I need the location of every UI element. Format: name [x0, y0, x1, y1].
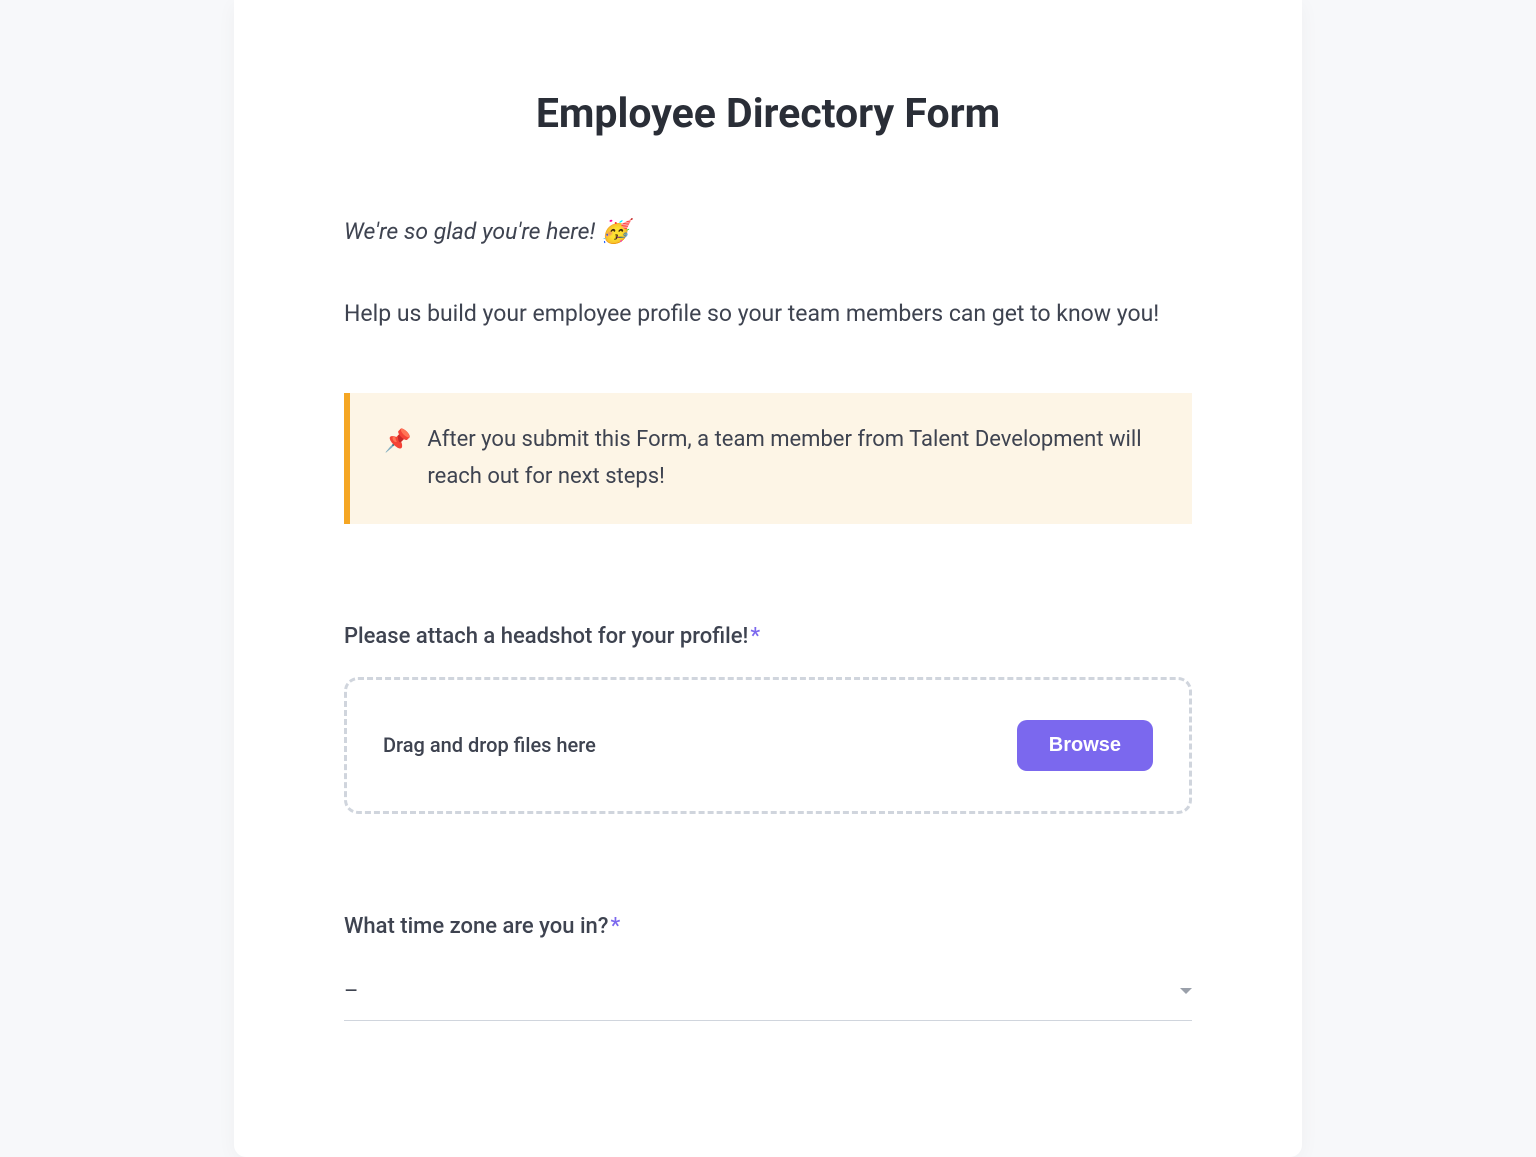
- browse-button[interactable]: Browse: [1017, 720, 1153, 771]
- headshot-label-text: Please attach a headshot for your profil…: [344, 624, 748, 649]
- notice-banner: 📌 After you submit this Form, a team mem…: [344, 393, 1192, 524]
- intro-description: Help us build your employee profile so y…: [344, 295, 1192, 333]
- timezone-select[interactable]: –: [344, 979, 1192, 1021]
- required-marker: *: [750, 624, 760, 649]
- timezone-label: What time zone are you in?*: [344, 914, 1192, 939]
- intro-welcome: We're so glad you're here! 🥳: [344, 218, 1192, 245]
- timezone-select-value: –: [344, 979, 358, 1004]
- notice-text: After you submit this Form, a team membe…: [427, 421, 1158, 496]
- form-title: Employee Directory Form: [344, 90, 1192, 138]
- headshot-label: Please attach a headshot for your profil…: [344, 624, 1192, 649]
- timezone-label-text: What time zone are you in?: [344, 914, 609, 939]
- headshot-field: Please attach a headshot for your profil…: [344, 624, 1192, 814]
- required-marker: *: [611, 914, 621, 939]
- dropzone-text: Drag and drop files here: [383, 733, 596, 757]
- chevron-down-icon: [1180, 988, 1192, 994]
- form-card: Employee Directory Form We're so glad yo…: [234, 0, 1302, 1157]
- timezone-field: What time zone are you in?* –: [344, 914, 1192, 1021]
- pushpin-icon: 📌: [384, 421, 411, 460]
- file-dropzone[interactable]: Drag and drop files here Browse: [344, 677, 1192, 814]
